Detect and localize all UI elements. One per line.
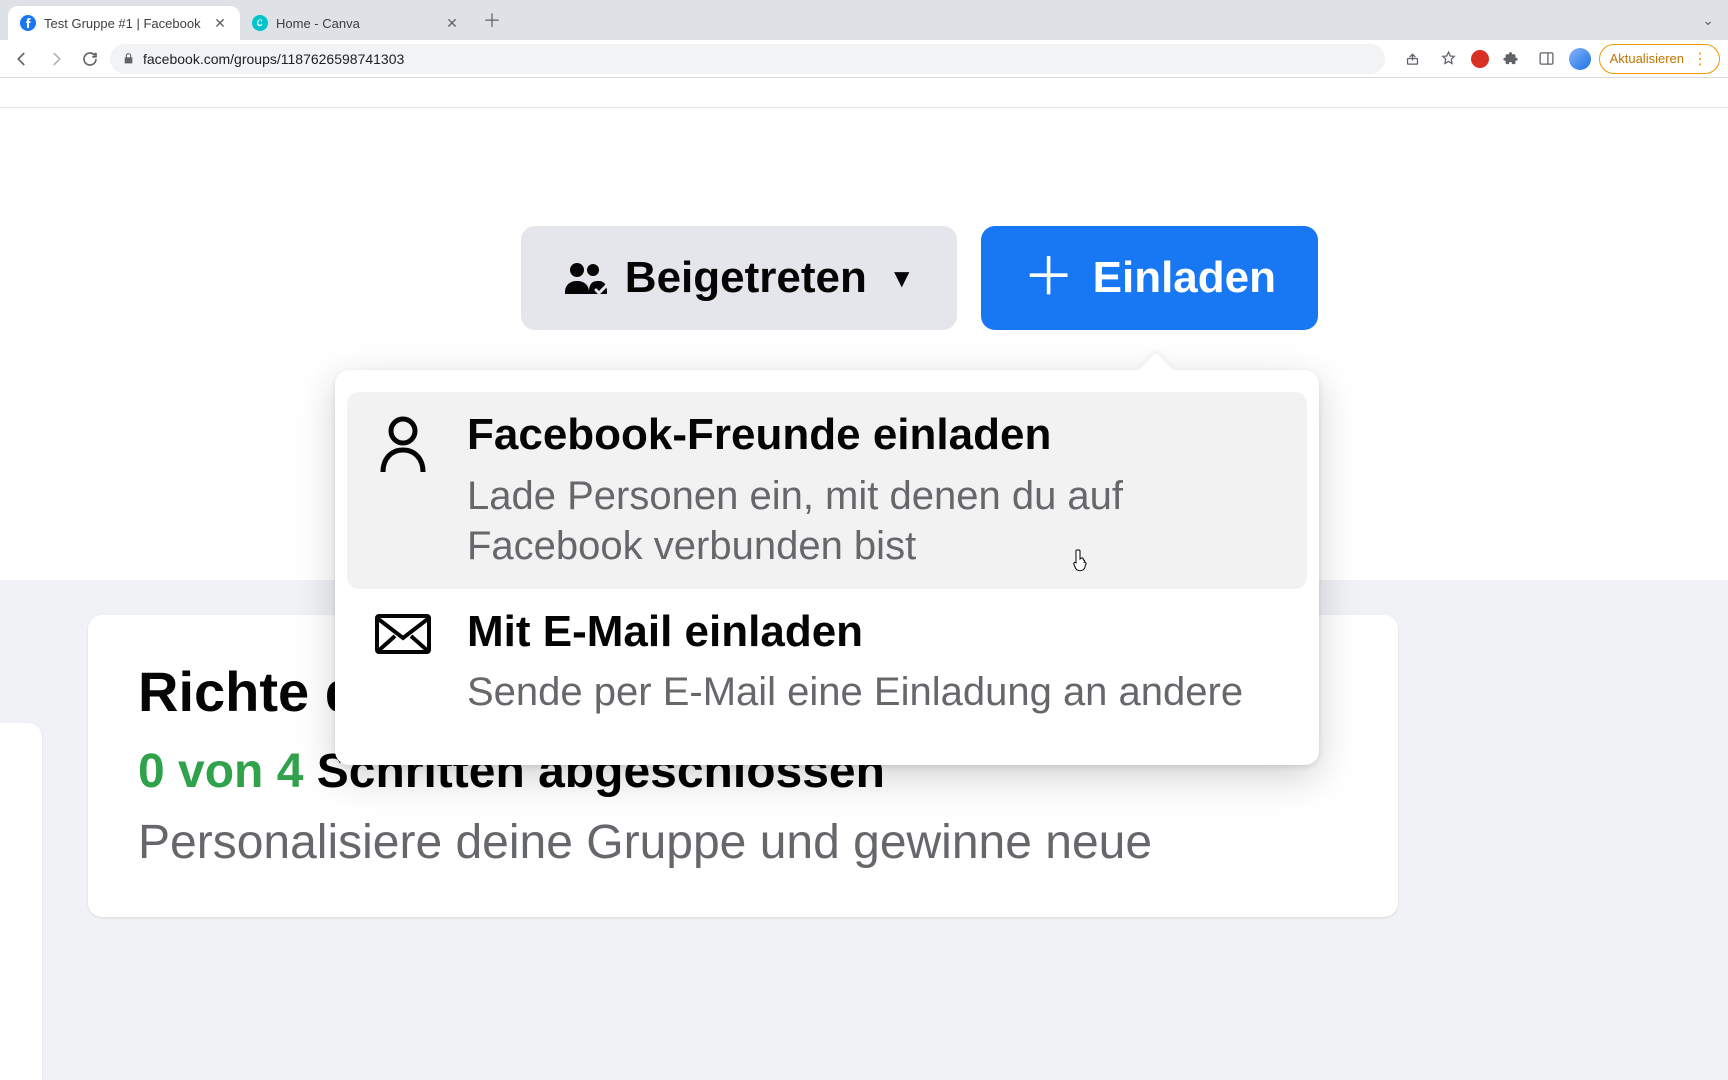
browser-chrome: Test Gruppe #1 | Facebook ✕ Home - Canva… xyxy=(0,0,1728,108)
option-title: Facebook-Freunde einladen xyxy=(467,410,1281,461)
tab-title: Test Gruppe #1 | Facebook xyxy=(44,16,204,31)
browser-toolbar: facebook.com/groups/1187626598741303 Akt… xyxy=(0,40,1728,78)
option-subtitle: Lade Personen ein, mit denen du auf Face… xyxy=(467,471,1281,571)
bookmark-star-icon[interactable] xyxy=(1435,45,1463,73)
extension-adblock-icon[interactable] xyxy=(1471,50,1489,68)
canva-favicon-icon xyxy=(252,15,268,31)
browser-tab-facebook[interactable]: Test Gruppe #1 | Facebook ✕ xyxy=(8,6,240,40)
group-members-icon xyxy=(563,260,607,296)
extensions-puzzle-icon[interactable] xyxy=(1497,45,1525,73)
menu-kebab-icon: ⋮ xyxy=(1692,49,1709,69)
group-action-row: Beigetreten ▼ ＋ Einladen xyxy=(521,226,1318,330)
joined-label: Beigetreten xyxy=(625,253,867,303)
invite-button[interactable]: ＋ Einladen xyxy=(981,226,1318,330)
url-text: facebook.com/groups/1187626598741303 xyxy=(143,51,404,67)
page-content: Beigetreten ▼ ＋ Einladen Facebook-Freund… xyxy=(0,108,1728,1080)
progress-done: 0 von 4 xyxy=(138,745,303,798)
close-icon[interactable]: ✕ xyxy=(212,15,228,31)
toolbar-right: Aktualisieren ⋮ xyxy=(1399,44,1720,74)
joined-button[interactable]: Beigetreten ▼ xyxy=(521,226,957,330)
update-button[interactable]: Aktualisieren ⋮ xyxy=(1599,44,1720,74)
envelope-icon xyxy=(373,607,433,655)
share-icon[interactable] xyxy=(1399,45,1427,73)
setup-description: Personalisiere deine Gruppe und gewinne … xyxy=(138,813,1348,873)
forward-button[interactable] xyxy=(42,45,70,73)
tabs-overflow-icon[interactable]: ⌄ xyxy=(1702,12,1714,29)
new-tab-button[interactable]: ＋ xyxy=(478,6,506,34)
close-icon[interactable]: ✕ xyxy=(444,15,460,31)
back-button[interactable] xyxy=(8,45,36,73)
tab-strip: Test Gruppe #1 | Facebook ✕ Home - Canva… xyxy=(0,0,1728,40)
invite-dropdown: Facebook-Freunde einladen Lade Personen … xyxy=(335,370,1319,765)
browser-tab-canva[interactable]: Home - Canva ✕ xyxy=(240,6,472,40)
tab-title: Home - Canva xyxy=(276,16,436,31)
group-header: Beigetreten ▼ ＋ Einladen Facebook-Freund… xyxy=(0,108,1728,580)
invite-option-email[interactable]: Mit E-Mail einladen Sende per E-Mail ein… xyxy=(347,589,1307,736)
page-top-spacer xyxy=(0,78,1728,108)
option-title: Mit E-Mail einladen xyxy=(467,607,1281,658)
update-label: Aktualisieren xyxy=(1610,51,1684,66)
invite-label: Einladen xyxy=(1093,253,1276,303)
facebook-favicon-icon xyxy=(20,15,36,31)
left-partial-card xyxy=(0,723,42,1080)
caret-down-icon: ▼ xyxy=(889,263,915,294)
reload-button[interactable] xyxy=(76,45,104,73)
person-icon xyxy=(373,410,433,474)
option-subtitle: Sende per E-Mail eine Einladung an ander… xyxy=(467,667,1281,717)
invite-option-facebook-friends[interactable]: Facebook-Freunde einladen Lade Personen … xyxy=(347,392,1307,589)
sidepanel-icon[interactable] xyxy=(1533,45,1561,73)
address-bar[interactable]: facebook.com/groups/1187626598741303 xyxy=(110,44,1385,74)
lock-icon xyxy=(122,52,135,65)
profile-avatar[interactable] xyxy=(1569,48,1591,70)
